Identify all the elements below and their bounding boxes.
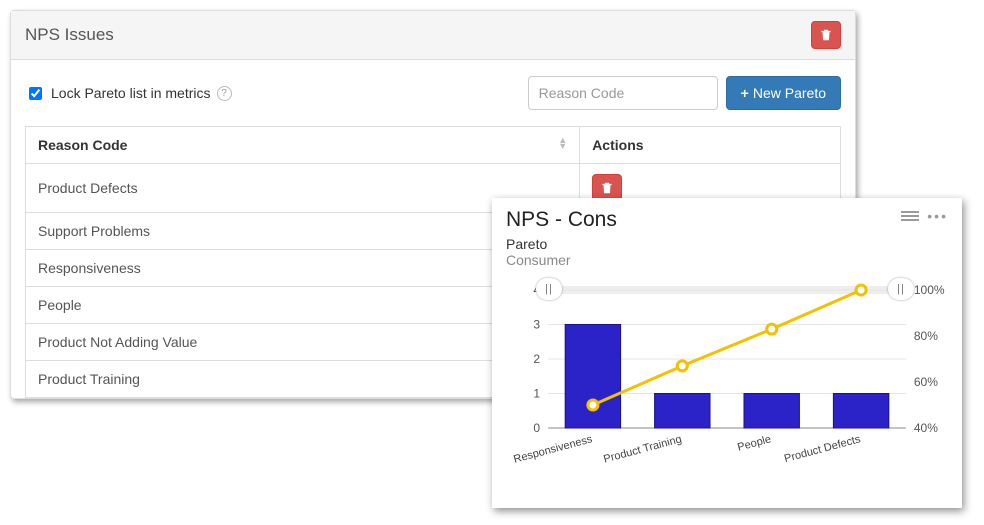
range-handle-right[interactable]: || [888,278,914,300]
x-tick-label: Product Training [602,433,683,465]
svg-text:40%: 40% [914,421,938,435]
svg-text:80%: 80% [914,329,938,343]
svg-text:60%: 60% [914,375,938,389]
line-marker [588,400,598,410]
bar [565,325,620,429]
trash-icon [819,28,833,42]
chart-subtitle-1: Pareto [506,236,617,252]
svg-text:0: 0 [533,421,540,435]
chart-header: NPS - Cons Pareto Consumer ••• [506,208,948,272]
panel-header: NPS Issues [11,11,855,60]
lock-pareto-checkbox-wrap[interactable]: Lock Pareto list in metrics ? [25,84,232,103]
line-marker [677,361,687,371]
cumulative-line [593,290,861,405]
new-pareto-label: New Pareto [753,85,826,101]
bar [655,394,710,429]
hamburger-icon[interactable] [901,211,919,221]
pareto-chart-svg: 0123440%60%80%100%ResponsivenessProduct … [506,278,948,478]
svg-text:3: 3 [533,318,540,332]
chart-title: NPS - Cons [506,208,617,232]
x-tick-label: Responsiveness [512,433,594,466]
line-marker [856,285,866,295]
lock-pareto-checkbox[interactable] [29,87,42,100]
more-icon[interactable]: ••• [927,208,948,224]
bar [833,394,888,429]
help-icon[interactable]: ? [217,86,232,101]
bar [744,394,799,429]
x-tick-label: Product Defects [783,433,862,465]
sort-icon[interactable]: ▲▼ [558,137,567,149]
delete-panel-button[interactable] [811,21,841,49]
x-tick-label: People [736,433,772,453]
svg-text:1: 1 [533,387,540,401]
panel-title: NPS Issues [25,25,114,45]
plus-icon: + [741,85,749,101]
col-header-reason[interactable]: Reason Code ▲▼ [26,127,580,164]
trash-icon [600,181,614,195]
line-marker [767,324,777,334]
svg-text:100%: 100% [914,283,945,297]
pareto-chart-card: NPS - Cons Pareto Consumer ••• || || 0 1 2… [492,198,962,508]
chart-menu: ••• [901,208,948,224]
range-handle-left[interactable]: || [536,278,562,300]
reason-code-input[interactable] [528,76,718,110]
col-header-actions: Actions [580,127,841,164]
plot-area: || || 0123440%60%80%100%ResponsivenessPr… [506,278,948,478]
lock-pareto-label: Lock Pareto list in metrics [51,85,211,101]
svg-text:2: 2 [533,352,540,366]
controls-row: Lock Pareto list in metrics ? + New Pare… [25,76,841,110]
chart-subtitle-2: Consumer [506,252,617,268]
new-pareto-button[interactable]: + New Pareto [726,76,841,110]
